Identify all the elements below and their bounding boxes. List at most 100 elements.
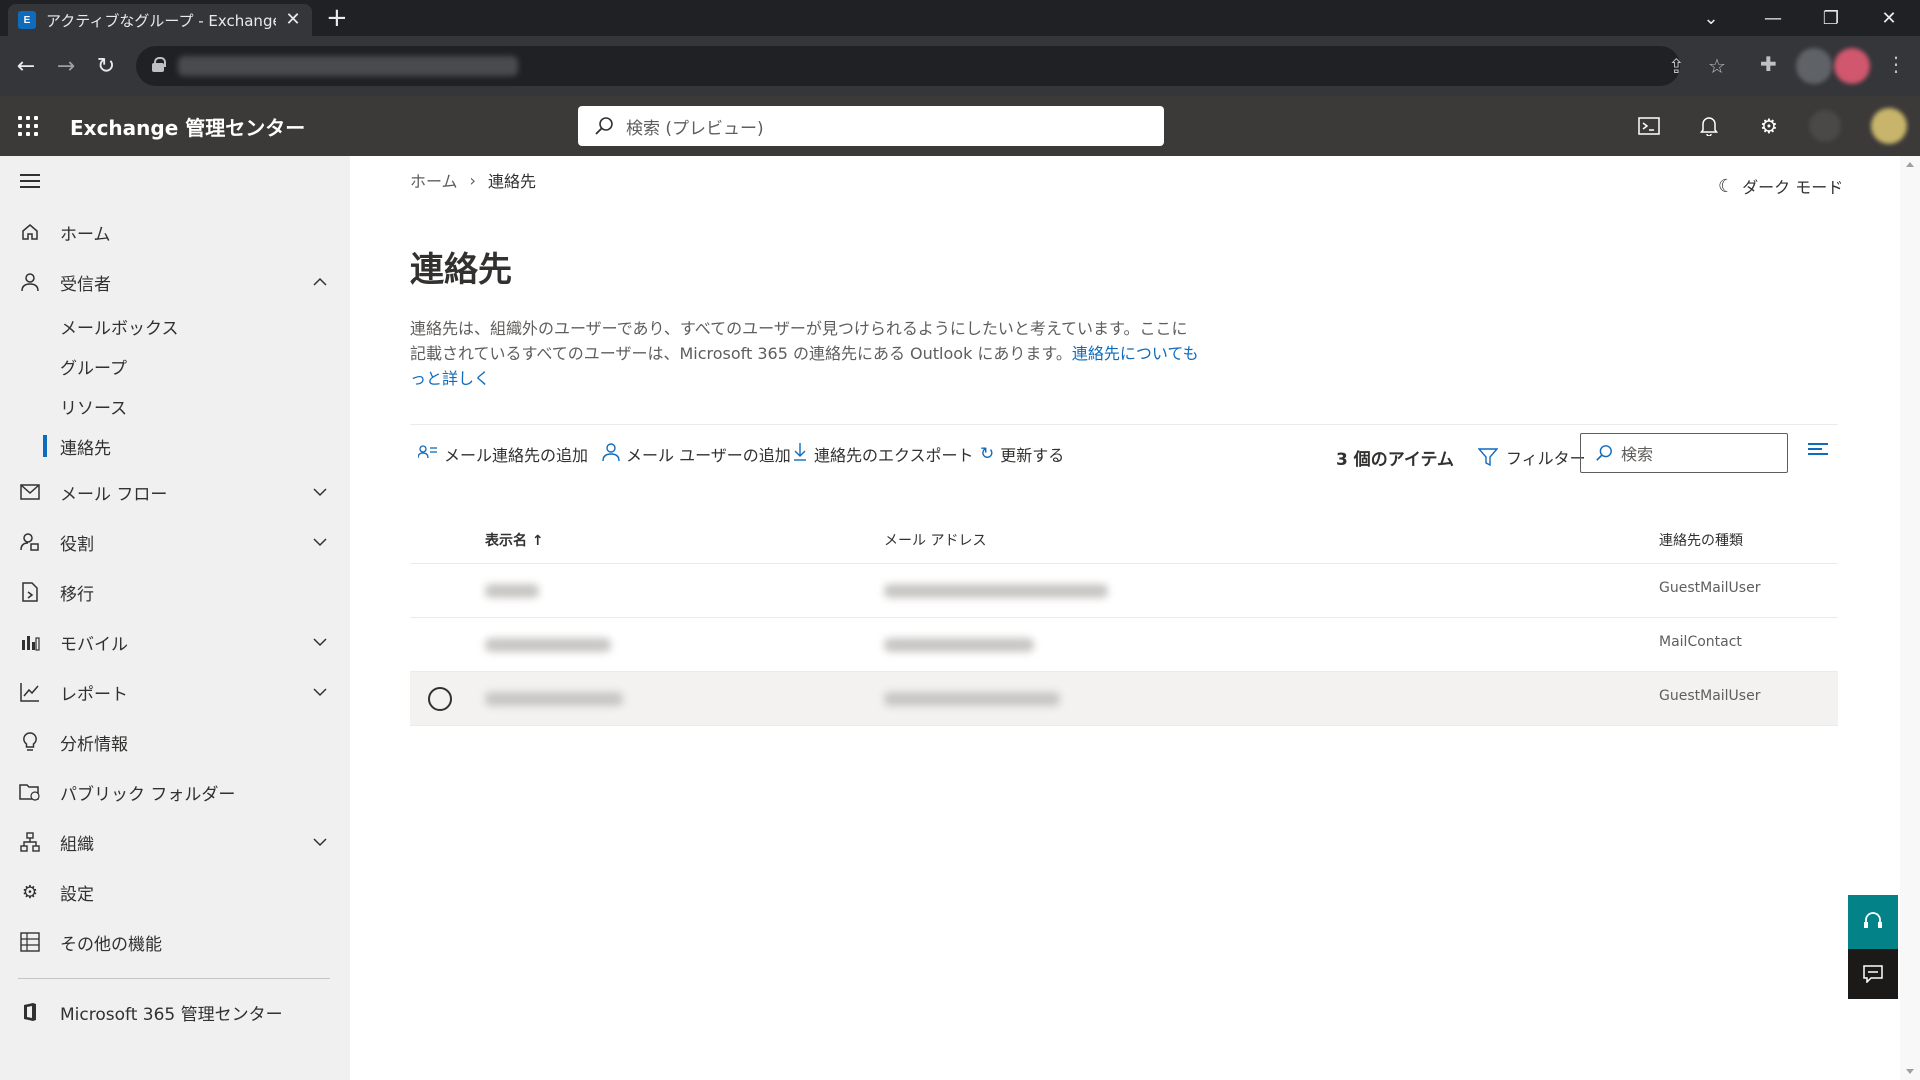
mobile-icon bbox=[18, 630, 42, 654]
gear-icon: ⚙ bbox=[21, 881, 39, 903]
restore-button[interactable]: ❐ bbox=[1808, 0, 1854, 36]
lock-icon bbox=[152, 57, 166, 72]
filter-icon bbox=[1478, 448, 1498, 467]
new-tab-button[interactable]: + bbox=[326, 4, 348, 32]
more-menu-icon[interactable]: ⋮ bbox=[1886, 52, 1906, 76]
sidebar-item-organization[interactable]: 組織 bbox=[0, 822, 350, 862]
column-header-email[interactable]: メール アドレス bbox=[884, 530, 986, 550]
list-search-input[interactable]: 検索 bbox=[1580, 433, 1788, 473]
item-count: 3 個のアイテム bbox=[1336, 450, 1455, 470]
powershell-icon[interactable] bbox=[1633, 110, 1665, 142]
sidebar-item-more-features[interactable]: その他の機能 bbox=[0, 922, 350, 962]
extensions-icon[interactable]: ✚ bbox=[1760, 52, 1777, 76]
app-header: Exchange 管理センター 検索 (プレビュー) ⚙ bbox=[0, 96, 1920, 156]
sidebar-item-label: 連絡先 bbox=[60, 438, 111, 459]
sidebar-item-label: その他の機能 bbox=[60, 934, 162, 955]
sidebar-item-insights[interactable]: 分析情報 bbox=[0, 722, 350, 762]
help-support-icon[interactable] bbox=[1848, 895, 1898, 949]
email-redacted bbox=[884, 692, 1060, 706]
app-launcher-icon[interactable] bbox=[16, 114, 40, 138]
export-contacts-label: 連絡先のエクスポート bbox=[814, 446, 974, 465]
column-header-contact-type[interactable]: 連絡先の種類 bbox=[1659, 530, 1743, 550]
export-contacts-button[interactable]: 連絡先のエクスポート bbox=[792, 439, 974, 469]
sidebar-item-label: 移行 bbox=[60, 584, 94, 605]
minimize-button[interactable]: — bbox=[1750, 0, 1796, 36]
sidebar-item-contacts[interactable]: 連絡先 bbox=[0, 426, 350, 466]
list-search-placeholder: 検索 bbox=[1621, 445, 1654, 464]
browser-tab[interactable]: E アクティブなグループ - Exchange adm ✕ bbox=[8, 4, 312, 36]
sidebar-item-migration[interactable]: 移行 bbox=[0, 572, 350, 612]
table-row[interactable]: GuestMailUser bbox=[410, 564, 1838, 618]
view-options-icon[interactable] bbox=[1808, 443, 1828, 459]
breadcrumb-home[interactable]: ホーム bbox=[410, 168, 458, 192]
dark-mode-label: ダーク モード bbox=[1742, 178, 1844, 197]
settings-gear-icon[interactable]: ⚙ bbox=[1753, 110, 1785, 142]
bookmark-star-icon[interactable]: ☆ bbox=[1708, 54, 1726, 78]
sidebar-item-roles[interactable]: 役割 bbox=[0, 522, 350, 562]
filter-button[interactable]: フィルター bbox=[1478, 445, 1586, 469]
reload-button[interactable]: ↻ bbox=[90, 50, 122, 82]
app-title: Exchange 管理センター bbox=[70, 116, 306, 140]
user-avatar[interactable] bbox=[1871, 108, 1907, 144]
sidebar-item-reports[interactable]: レポート bbox=[0, 672, 350, 712]
sidebar-item-label: 設定 bbox=[60, 884, 94, 905]
exchange-favicon-icon: E bbox=[18, 11, 36, 29]
back-button[interactable]: ← bbox=[10, 50, 42, 82]
sidebar-item-mail-flow[interactable]: メール フロー bbox=[0, 472, 350, 512]
row-select-radio[interactable] bbox=[428, 687, 452, 711]
sidebar-item-public-folders[interactable]: パブリック フォルダー bbox=[0, 772, 350, 812]
profile-avatar[interactable] bbox=[1796, 48, 1832, 84]
contact-type-cell: MailContact bbox=[1659, 634, 1742, 650]
chart-icon bbox=[18, 680, 42, 704]
refresh-button[interactable]: ↻ 更新する bbox=[980, 439, 1064, 469]
sidebar-item-m365-admin[interactable]: Microsoft 365 管理センター bbox=[0, 992, 350, 1032]
tab-close-icon[interactable]: ✕ bbox=[282, 9, 304, 31]
sidebar-item-resources[interactable]: リソース bbox=[0, 386, 350, 426]
person-icon bbox=[602, 442, 620, 467]
table-row[interactable]: GuestMailUser bbox=[410, 672, 1838, 726]
sidebar-item-label: 組織 bbox=[60, 834, 94, 855]
notification-bell-icon[interactable] bbox=[1693, 110, 1725, 142]
share-icon[interactable]: ⇪ bbox=[1668, 54, 1685, 78]
forward-button[interactable]: → bbox=[50, 50, 82, 82]
sidebar-item-mobile[interactable]: モバイル bbox=[0, 622, 350, 662]
sidebar-item-label: ホーム bbox=[60, 224, 111, 245]
office-icon bbox=[18, 1000, 42, 1024]
sidebar-item-mailboxes[interactable]: メールボックス bbox=[0, 306, 350, 346]
display-name-redacted bbox=[485, 638, 611, 652]
sidebar-item-recipients[interactable]: 受信者 bbox=[0, 262, 350, 302]
chevron-up-icon bbox=[313, 277, 327, 286]
sidebar-item-home[interactable]: ホーム bbox=[0, 212, 350, 252]
page-description: 連絡先は、組織外のユーザーであり、すべてのユーザーが見つけられるようにしたいと考… bbox=[410, 316, 1200, 391]
sidebar-item-label: メールボックス bbox=[60, 318, 179, 339]
window-close-button[interactable]: ✕ bbox=[1866, 0, 1912, 36]
nav-collapse-icon[interactable] bbox=[20, 174, 40, 190]
contact-list-icon bbox=[417, 444, 438, 465]
scroll-up-icon[interactable] bbox=[1906, 162, 1914, 167]
contact-type-cell: GuestMailUser bbox=[1659, 688, 1761, 704]
global-search-input[interactable]: 検索 (プレビュー) bbox=[578, 106, 1164, 146]
scroll-down-icon[interactable] bbox=[1906, 1069, 1914, 1074]
add-mail-user-label: メール ユーザーの追加 bbox=[626, 446, 791, 465]
dark-mode-toggle[interactable]: ☾ ダーク モード bbox=[1718, 174, 1843, 198]
page-scrollbar[interactable] bbox=[1900, 156, 1920, 1080]
migration-icon bbox=[18, 580, 42, 604]
display-name-redacted bbox=[485, 692, 623, 706]
sidebar-divider bbox=[18, 978, 330, 979]
feedback-chat-icon[interactable] bbox=[1848, 949, 1898, 999]
column-header-display-name[interactable]: 表示名 ↑ bbox=[485, 530, 544, 550]
add-mail-user-button[interactable]: メール ユーザーの追加 bbox=[602, 439, 791, 469]
sidebar-item-groups[interactable]: グループ bbox=[0, 346, 350, 386]
avatar[interactable] bbox=[1834, 48, 1870, 84]
url-text-redacted bbox=[178, 56, 518, 76]
sidebar-item-settings[interactable]: ⚙ 設定 bbox=[0, 872, 350, 912]
mail-icon bbox=[18, 480, 42, 504]
table-row[interactable]: MailContact bbox=[410, 618, 1838, 672]
help-icon[interactable] bbox=[1809, 110, 1841, 142]
sidebar-item-label: パブリック フォルダー bbox=[60, 784, 236, 805]
roles-icon bbox=[18, 530, 42, 554]
add-mail-contact-label: メール連絡先の追加 bbox=[444, 446, 589, 465]
address-bar[interactable]: ⇪ bbox=[136, 46, 1685, 86]
tab-search-chevron-icon[interactable]: ⌄ bbox=[1688, 0, 1734, 36]
add-mail-contact-button[interactable]: メール連絡先の追加 bbox=[417, 439, 589, 469]
